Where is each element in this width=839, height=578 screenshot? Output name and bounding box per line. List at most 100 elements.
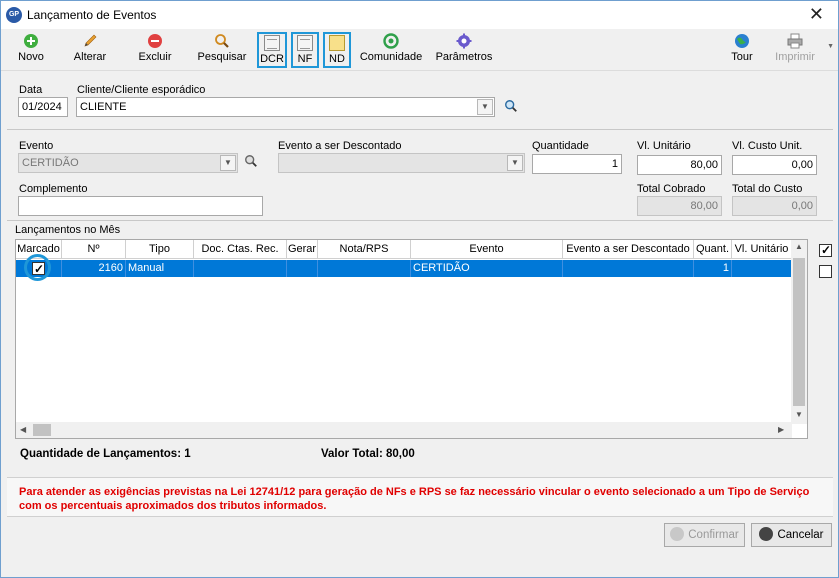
column-header[interactable]: Doc. Ctas. Rec.: [194, 240, 287, 259]
total-cobrado-label: Total Cobrado: [637, 183, 706, 195]
gerar-cell: [287, 260, 318, 277]
column-header[interactable]: Gerar: [287, 240, 318, 259]
add-icon: [24, 34, 38, 48]
vertical-scrollbar[interactable]: ▲ ▼: [791, 240, 807, 424]
excluir-button[interactable]: Excluir: [135, 32, 175, 68]
note-icon: [329, 35, 345, 51]
app-logo-icon: GP: [6, 7, 22, 23]
title-bar: GP Lançamento de Eventos ✕: [1, 1, 838, 29]
check-circle-icon: [670, 527, 685, 541]
evento-label: Evento: [19, 140, 54, 152]
close-icon[interactable]: ✕: [809, 4, 824, 24]
event-entry-window: GP Lançamento de Eventos ✕ Novo Alterar …: [0, 0, 839, 578]
chevron-down-icon[interactable]: ▼: [220, 155, 236, 171]
chevron-down-icon[interactable]: ▼: [477, 99, 493, 115]
scroll-left-icon[interactable]: ◀: [20, 425, 26, 434]
cliente-search-icon[interactable]: [504, 99, 518, 113]
data-label: Data: [19, 84, 43, 96]
vl-custo-field[interactable]: 0,00: [732, 155, 817, 175]
novo-button[interactable]: Novo: [13, 32, 49, 68]
alterar-button[interactable]: Alterar: [69, 32, 111, 68]
quantidade-lancamentos-summary: Quantidade de Lançamentos: 1: [20, 448, 191, 460]
nd-button[interactable]: ND: [323, 32, 351, 68]
total-label: Valor Total:: [321, 448, 383, 460]
community-icon: [383, 33, 399, 49]
scroll-right-icon[interactable]: ▶: [778, 425, 784, 434]
confirmar-button[interactable]: Confirmar: [664, 523, 745, 547]
parametros-button[interactable]: Parâmetros: [434, 32, 494, 68]
cliente-value: CLIENTE: [80, 101, 127, 113]
horizontal-scroll-thumb[interactable]: [33, 424, 51, 436]
search-icon: [215, 34, 229, 48]
tax-notice: Para atender as exigências previstas na …: [7, 477, 833, 517]
numero-cell: 2160: [62, 260, 126, 277]
total-custo-field: 0,00: [732, 196, 817, 216]
globe-icon: [735, 34, 749, 48]
data-field[interactable]: 01/2024: [18, 97, 68, 117]
evento-combo[interactable]: CERTIDÃO ▼: [18, 153, 238, 173]
horizontal-scrollbar[interactable]: ◀ ▶: [16, 422, 792, 438]
column-header[interactable]: Vl. Unitário: [732, 240, 792, 259]
imprimir-button[interactable]: Imprimir: [767, 32, 823, 68]
cliente-label: Cliente/Cliente esporádico: [77, 84, 206, 96]
vertical-scroll-thumb[interactable]: [793, 258, 805, 406]
doc-cell: [194, 260, 287, 277]
gear-icon: [456, 33, 472, 49]
valor-total-summary: Valor Total: 80,00: [321, 448, 415, 460]
nota-cell: [318, 260, 411, 277]
column-header[interactable]: Evento a ser Descontado: [563, 240, 694, 259]
cancelar-button[interactable]: Cancelar: [751, 523, 832, 547]
cliente-combo[interactable]: CLIENTE ▼: [76, 97, 495, 117]
evento-cell: CERTIDÃO: [411, 260, 563, 277]
cancel-circle-icon: [759, 527, 774, 541]
select-all-checkbox[interactable]: [819, 243, 832, 257]
desconto-cell: [563, 260, 694, 277]
complemento-label: Complemento: [19, 183, 88, 195]
qtd-label: Quantidade de Lançamentos:: [20, 448, 182, 460]
total-custo-label: Total do Custo: [732, 183, 803, 195]
desconto-combo[interactable]: ▼: [278, 153, 525, 173]
toolbar: Novo Alterar Excluir Pesquisar DCR NF ND: [1, 29, 838, 71]
quantidade-field[interactable]: 1: [532, 154, 622, 174]
lancamentos-section-label: Lançamentos no Mês: [15, 224, 121, 236]
desconto-label: Evento a ser Descontado: [278, 140, 402, 152]
vl-custo-label: Vl. Custo Unit.: [732, 140, 803, 152]
scroll-down-icon[interactable]: ▼: [795, 410, 803, 419]
dcr-button[interactable]: DCR: [257, 32, 287, 68]
tour-button[interactable]: Tour: [727, 32, 757, 68]
total-cobrado-field: 80,00: [637, 196, 722, 216]
quant-cell: 1: [694, 260, 732, 277]
document-icon: [264, 35, 280, 51]
comunidade-button[interactable]: Comunidade: [357, 32, 425, 68]
complemento-field[interactable]: [18, 196, 263, 216]
lancamentos-grid: Marcado Nº Tipo Doc. Ctas. Rec. Gerar No…: [15, 239, 808, 439]
column-header[interactable]: Nota/RPS: [318, 240, 411, 259]
vl-unitario-label: Vl. Unitário: [637, 140, 691, 152]
table-row[interactable]: 2160 Manual CERTIDÃO 1: [16, 260, 792, 277]
column-header[interactable]: Tipo: [126, 240, 194, 259]
chevron-down-icon[interactable]: ▼: [507, 155, 523, 171]
toolbar-overflow-chevron-icon[interactable]: ▼: [827, 43, 834, 50]
vl-unitario-cell: [732, 260, 792, 277]
delete-icon: [148, 34, 162, 48]
column-header[interactable]: Quant.: [694, 240, 732, 259]
highlight-circle: [24, 254, 51, 281]
pesquisar-button[interactable]: Pesquisar: [197, 32, 247, 68]
grid-header: Marcado Nº Tipo Doc. Ctas. Rec. Gerar No…: [16, 240, 792, 259]
nf-button[interactable]: NF: [291, 32, 319, 68]
quantidade-label: Quantidade: [532, 140, 589, 152]
tax-notice-text: Para atender as exigências previstas na …: [19, 486, 810, 512]
column-header[interactable]: Nº: [62, 240, 126, 259]
tipo-cell: Manual: [126, 260, 194, 277]
qtd-value: 1: [184, 448, 191, 460]
total-value: 80,00: [385, 448, 415, 460]
evento-search-icon[interactable]: [244, 154, 258, 168]
vl-unitario-field[interactable]: 80,00: [637, 155, 722, 175]
pencil-icon: [84, 34, 97, 47]
window-title: Lançamento de Eventos: [27, 8, 157, 22]
printer-icon: [787, 33, 803, 49]
scroll-up-icon[interactable]: ▲: [795, 242, 803, 251]
evento-value: CERTIDÃO: [22, 157, 79, 169]
deselect-all-checkbox[interactable]: [819, 265, 832, 278]
column-header[interactable]: Evento: [411, 240, 563, 259]
